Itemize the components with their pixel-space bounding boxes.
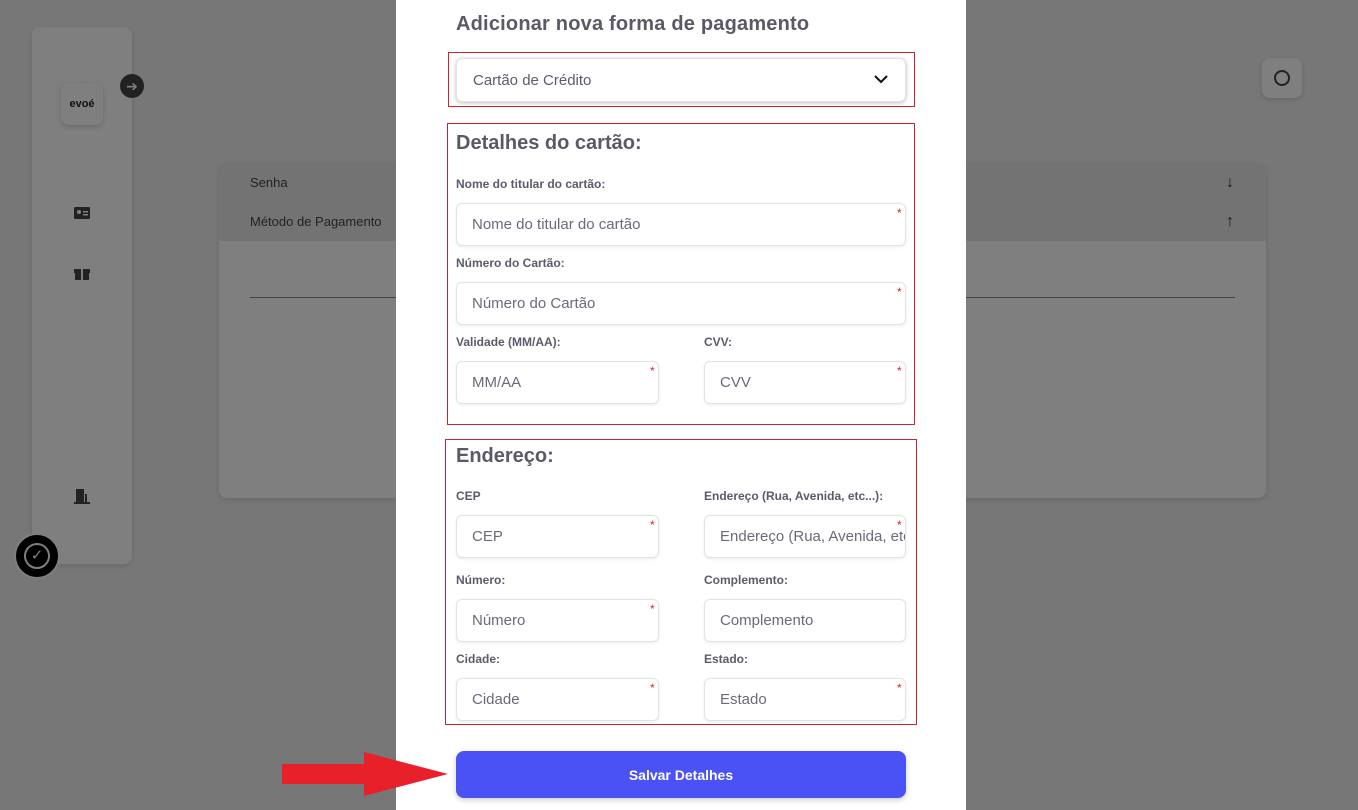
payment-method-value: Cartão de Crédito xyxy=(473,71,592,89)
modal-title: Adicionar nova forma de pagamento xyxy=(456,13,810,35)
city-label: Cidade: xyxy=(456,652,501,666)
payment-modal: Adicionar nova forma de pagamento Cartão… xyxy=(396,0,966,810)
card-number-label: Número do Cartão: xyxy=(456,256,565,270)
required-mark: * xyxy=(650,602,655,616)
expiry-input[interactable] xyxy=(456,361,659,404)
state-label: Estado: xyxy=(704,652,749,666)
card-number-input[interactable] xyxy=(456,282,906,325)
complement-label: Complemento: xyxy=(704,573,788,587)
address-number-input[interactable] xyxy=(456,599,659,642)
required-mark: * xyxy=(650,681,655,695)
cep-label: CEP xyxy=(456,489,481,503)
payment-method-select[interactable]: Cartão de Crédito xyxy=(456,58,906,102)
required-mark: * xyxy=(650,518,655,532)
city-input[interactable] xyxy=(456,678,659,721)
card-details-title: Detalhes do cartão: xyxy=(456,132,642,154)
required-mark: * xyxy=(897,681,902,695)
required-mark: * xyxy=(897,518,902,532)
state-input[interactable] xyxy=(704,678,906,721)
expiry-label: Validade (MM/AA): xyxy=(456,335,561,349)
cvv-label: CVV: xyxy=(704,335,733,349)
card-holder-input[interactable] xyxy=(456,203,906,246)
required-mark: * xyxy=(897,364,902,378)
complement-input[interactable] xyxy=(704,599,906,642)
street-input[interactable] xyxy=(704,515,906,558)
card-holder-label: Nome do titular do cartão: xyxy=(456,177,606,191)
cvv-input[interactable] xyxy=(704,361,906,404)
save-details-button[interactable]: Salvar Detalhes xyxy=(456,751,906,798)
address-number-label: Número: xyxy=(456,573,506,587)
required-mark: * xyxy=(897,206,902,220)
address-title: Endereço: xyxy=(456,445,554,467)
chevron-down-icon xyxy=(874,75,888,84)
required-mark: * xyxy=(650,364,655,378)
cep-input[interactable] xyxy=(456,515,659,558)
annotation-arrow-icon xyxy=(282,752,448,796)
street-label: Endereço (Rua, Avenida, etc...): xyxy=(704,489,884,503)
required-mark: * xyxy=(897,285,902,299)
